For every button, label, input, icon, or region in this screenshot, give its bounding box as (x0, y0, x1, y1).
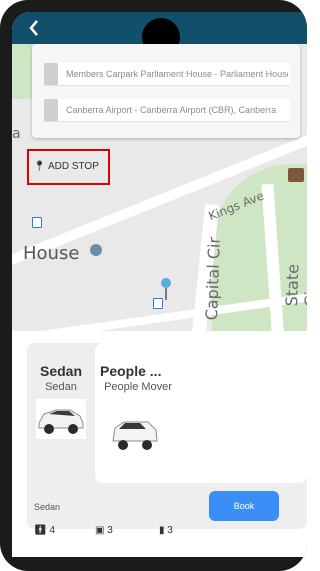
map-label: a (12, 126, 21, 142)
pin-stick (165, 288, 167, 300)
back-button[interactable] (26, 16, 46, 38)
selected-vehicle-label: Sedan (34, 502, 61, 512)
street-label: Capital Cir (202, 236, 224, 321)
people-mover-car-image (110, 414, 160, 454)
street-label: State Cir (282, 263, 307, 308)
small-luggage-capacity: ▮ 3 (159, 525, 173, 536)
dropoff-text: Canberra Airport - Canberra Airport (CBR… (66, 105, 277, 115)
bag-icon: ▮ (159, 525, 165, 536)
book-button[interactable]: Book (209, 491, 279, 521)
vehicle-name: People ... (100, 363, 162, 379)
large-luggage-count: 3 (107, 525, 113, 536)
suitcase-icon: ▣ (95, 525, 105, 536)
landmark-icon (90, 244, 102, 256)
passenger-count: 4 (49, 525, 56, 536)
chevron-left-icon (29, 20, 38, 36)
dropoff-field[interactable]: Canberra Airport - Canberra Airport (CBR… (44, 99, 290, 122)
add-stop-button[interactable]: 📍︎ ADD STOP (27, 149, 110, 185)
vehicle-type: Sedan (45, 381, 77, 393)
person-icon: 🚹︎ (34, 525, 47, 536)
drag-handle[interactable] (44, 99, 58, 121)
small-luggage-count: 3 (167, 525, 173, 536)
vehicle-sheet: Sedan Sedan People ... People Mover Seda… (12, 331, 307, 557)
drag-handle[interactable] (44, 63, 58, 85)
bus-stop-icon (153, 298, 163, 309)
phone-frame: Kings Ave Capital Cir State Cir a House … (0, 0, 307, 571)
pin-icon: 📍︎ (33, 161, 46, 172)
poi-icon (288, 168, 304, 182)
sedan-car-image (36, 399, 86, 439)
add-stop-label: ADD STOP (47, 161, 99, 172)
route-card: Members Carpark Parliament House - Parli… (32, 44, 300, 138)
add-stop-content: 📍︎ ADD STOP (33, 157, 99, 177)
vehicle-tile-people-mover[interactable]: People ... People Mover (95, 343, 307, 483)
vehicle-name: Sedan (39, 363, 82, 379)
bus-stop-icon (32, 217, 42, 228)
passenger-capacity: 🚹︎ 4 (34, 525, 55, 536)
pickup-text: Members Carpark Parliament House - Parli… (66, 69, 288, 79)
large-luggage-capacity: ▣ 3 (95, 525, 113, 536)
vehicle-type: People Mover (104, 381, 172, 393)
place-label: House (23, 243, 80, 264)
location-pin-icon (161, 278, 171, 288)
pickup-field[interactable]: Members Carpark Parliament House - Parli… (44, 63, 290, 86)
app-screen: Kings Ave Capital Cir State Cir a House … (12, 12, 307, 557)
